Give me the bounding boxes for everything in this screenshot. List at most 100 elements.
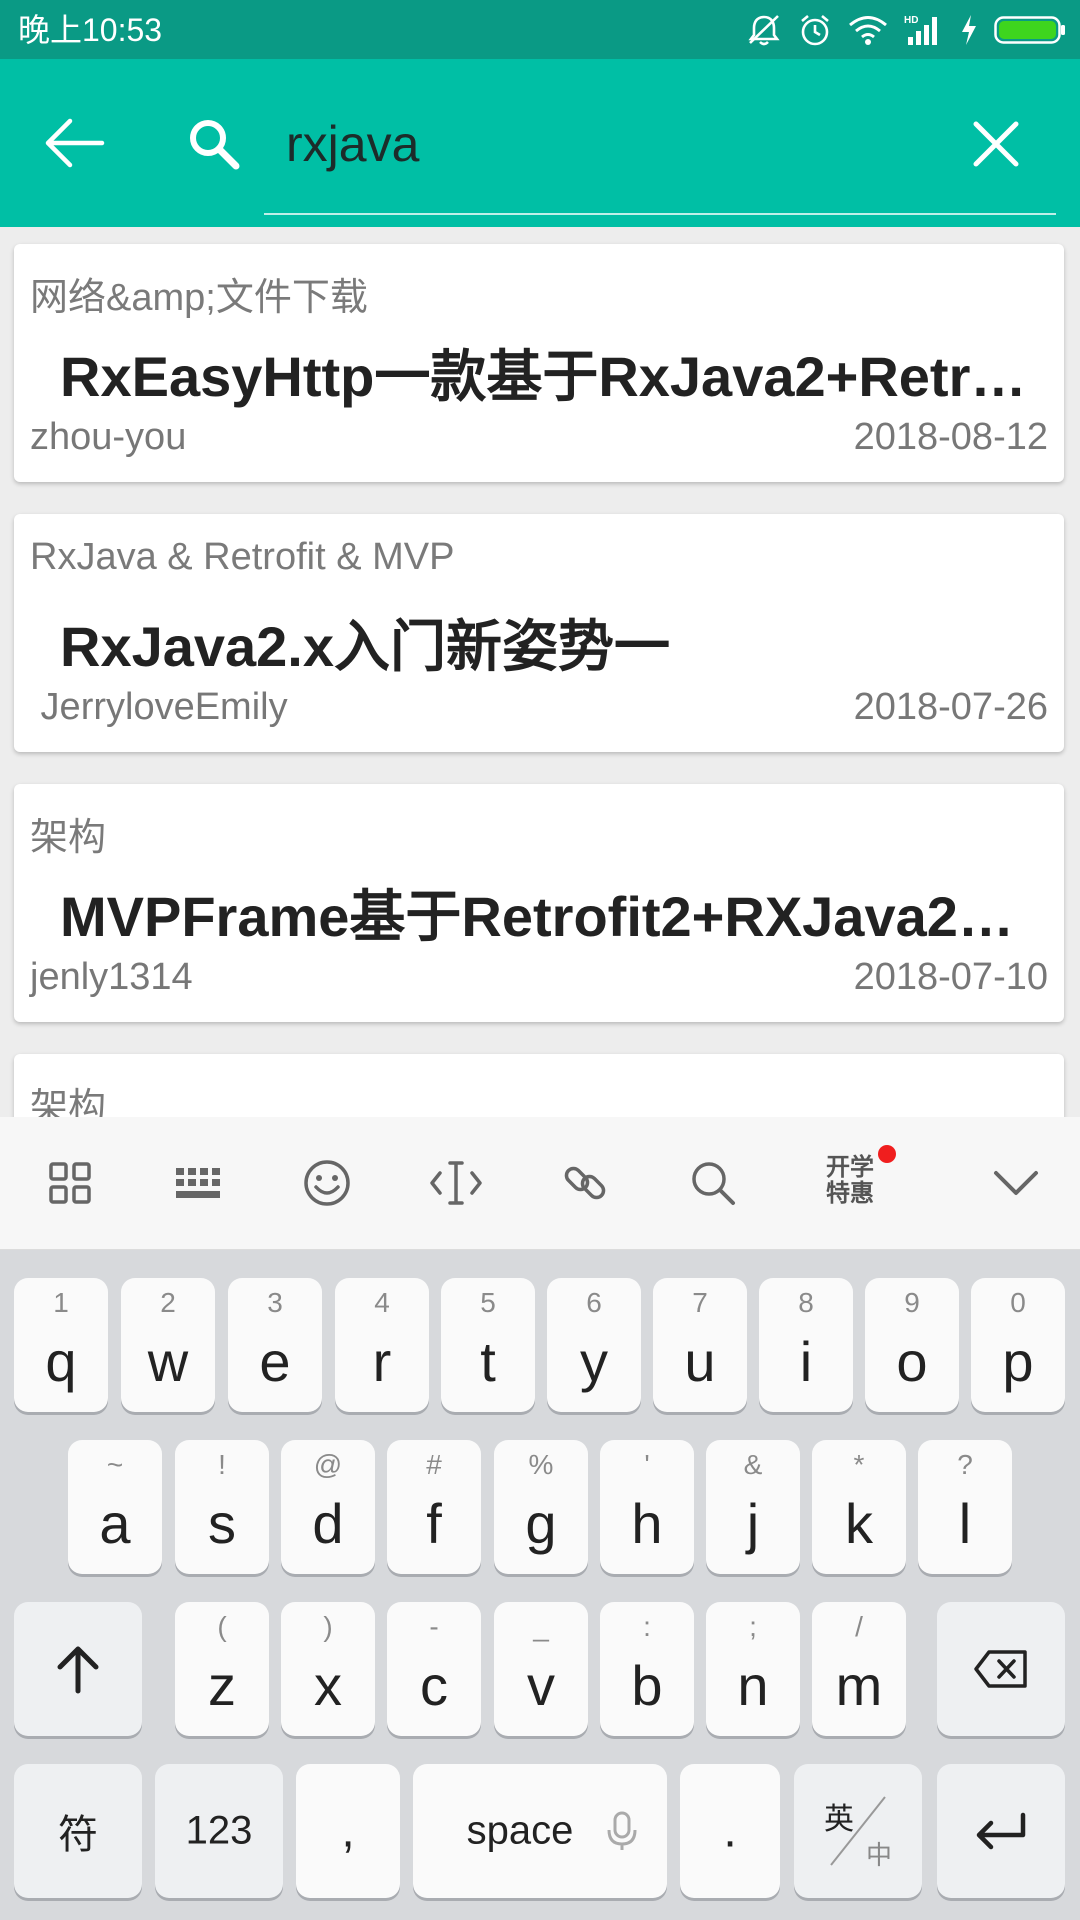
space-key[interactable]: space xyxy=(413,1764,667,1898)
backspace-key[interactable] xyxy=(937,1602,1065,1736)
promo-line-1: 开学 xyxy=(826,1154,874,1181)
collapse-keyboard-button[interactable] xyxy=(986,1153,1046,1213)
key-label: q xyxy=(45,1330,77,1393)
key-n[interactable]: ; n xyxy=(706,1602,800,1736)
chevron-down-icon xyxy=(994,1171,1038,1195)
key-p[interactable]: 0p xyxy=(971,1278,1065,1412)
emoji-icon xyxy=(304,1160,350,1206)
key-hint: / xyxy=(855,1611,863,1642)
key-x[interactable]: ) x xyxy=(281,1602,375,1736)
numbers-key[interactable]: 123 xyxy=(155,1764,283,1898)
key-j[interactable]: & j xyxy=(706,1440,800,1574)
key-label: 123 xyxy=(185,1808,253,1853)
key-hint: 1 xyxy=(53,1287,69,1318)
promo-button[interactable]: 开学 特惠 xyxy=(820,1155,880,1207)
key-g[interactable]: % g xyxy=(494,1440,588,1574)
result-date: 2018-07-26 xyxy=(853,686,1048,728)
key-o[interactable]: 9o xyxy=(865,1278,959,1412)
shift-arrow-icon xyxy=(57,1646,99,1694)
keyboard-search-button[interactable] xyxy=(683,1153,743,1213)
lang-bottom-label: 中 xyxy=(865,1840,892,1870)
key-v[interactable]: _ v xyxy=(494,1602,588,1736)
emoji-button[interactable] xyxy=(297,1153,357,1213)
key-label: x xyxy=(314,1654,342,1717)
key-hint: 6 xyxy=(586,1287,602,1318)
soft-keyboard: 1q 2w 3e 4r 5t 6y 7u 8i 9o 0p ~ a ! s @ d #… xyxy=(0,1250,1080,1920)
clear-search-button[interactable] xyxy=(970,118,1022,170)
key-hint: ) xyxy=(323,1611,333,1642)
status-icons: HD xyxy=(746,10,1066,50)
search-icon xyxy=(692,1162,735,1205)
key-label: d xyxy=(312,1492,344,1555)
apps-grid-button[interactable] xyxy=(40,1153,100,1213)
key-s[interactable]: ! s xyxy=(175,1440,269,1574)
result-category: 网络&amp;文件下载 xyxy=(30,277,368,319)
results-list[interactable]: 网络&amp;文件下载 RxEasyHttp一款基于RxJava2+Retrof… xyxy=(0,227,1080,1117)
key-hint: ! xyxy=(218,1449,226,1480)
back-button[interactable] xyxy=(40,113,112,173)
key-d[interactable]: @ d xyxy=(281,1440,375,1574)
key-u[interactable]: 7u xyxy=(653,1278,747,1412)
language-switch-key[interactable]: 英 中 xyxy=(794,1764,922,1898)
result-card[interactable]: 网络&amp;文件下载 RxEasyHttp一款基于RxJava2+Retrof… xyxy=(14,244,1064,482)
key-hint: % xyxy=(528,1449,554,1480)
key-hint: 8 xyxy=(798,1287,814,1318)
key-label: c xyxy=(420,1654,448,1717)
key-hint: # xyxy=(426,1449,442,1480)
key-c[interactable]: -c xyxy=(387,1602,481,1736)
key-label: z xyxy=(208,1654,236,1717)
key-w[interactable]: 2w xyxy=(121,1278,215,1412)
close-icon xyxy=(973,121,1019,167)
key-label: t xyxy=(480,1330,496,1393)
shift-key[interactable] xyxy=(14,1602,142,1736)
key-hint: ? xyxy=(957,1449,973,1480)
key-y[interactable]: 6y xyxy=(547,1278,641,1412)
symbols-key[interactable]: 符 xyxy=(14,1764,142,1898)
key-label: 符 xyxy=(58,1813,98,1857)
key-z[interactable]: (z xyxy=(175,1602,269,1736)
period-key[interactable]: . xyxy=(680,1764,780,1898)
key-m[interactable]: / m xyxy=(812,1602,906,1736)
key-f[interactable]: # f xyxy=(387,1440,481,1574)
key-label: w xyxy=(147,1330,189,1393)
result-date: 2018-07-10 xyxy=(853,956,1048,998)
comma-key[interactable]: , xyxy=(296,1764,400,1898)
result-category: RxJava & Retrofit & MVP xyxy=(30,536,455,578)
key-b[interactable]: :b xyxy=(600,1602,694,1736)
cursor-move-button[interactable] xyxy=(426,1153,486,1213)
keyboard-switch-button[interactable] xyxy=(168,1153,228,1213)
key-hint: 4 xyxy=(374,1287,390,1318)
result-card[interactable]: 架构 xyxy=(14,1054,1064,1117)
key-a[interactable]: ~ a xyxy=(68,1440,162,1574)
result-title: RxEasyHttp一款基于RxJava2+Retrofit2实现简单易用的网络… xyxy=(60,345,1030,408)
result-author: JerryloveEmily xyxy=(30,686,288,728)
arrow-left-icon xyxy=(45,118,105,168)
key-l[interactable]: ? l xyxy=(918,1440,1012,1574)
key-label: m xyxy=(835,1654,883,1717)
key-e[interactable]: 3e xyxy=(228,1278,322,1412)
key-hint: ( xyxy=(217,1611,227,1642)
key-label: r xyxy=(372,1330,392,1393)
key-label: i xyxy=(799,1330,813,1393)
link-icon xyxy=(564,1166,606,1200)
key-label: . xyxy=(723,1804,737,1858)
key-t[interactable]: 5t xyxy=(441,1278,535,1412)
svg-text:HD: HD xyxy=(904,15,918,26)
key-h[interactable]: ' h xyxy=(600,1440,694,1574)
search-input[interactable] xyxy=(286,109,926,179)
alarm-icon xyxy=(798,13,832,47)
result-title: RxJava2.x入门新姿势一 xyxy=(60,615,671,678)
clipboard-link-button[interactable] xyxy=(555,1153,615,1213)
key-r[interactable]: 4r xyxy=(335,1278,429,1412)
key-hint: ; xyxy=(749,1611,757,1642)
key-i[interactable]: 8i xyxy=(759,1278,853,1412)
result-card[interactable]: 架构 MVPFrame基于Retrofit2+RXJava2+Dagger2的M… xyxy=(14,784,1064,1022)
key-k[interactable]: * k xyxy=(812,1440,906,1574)
key-hint: ~ xyxy=(106,1449,124,1480)
key-label: j xyxy=(746,1492,760,1555)
key-label: p xyxy=(1002,1330,1034,1393)
key-hint: 3 xyxy=(267,1287,283,1318)
enter-key[interactable] xyxy=(937,1764,1065,1898)
result-card[interactable]: RxJava & Retrofit & MVP RxJava2.x入门新姿势一 … xyxy=(14,514,1064,752)
key-q[interactable]: 1q xyxy=(14,1278,108,1412)
